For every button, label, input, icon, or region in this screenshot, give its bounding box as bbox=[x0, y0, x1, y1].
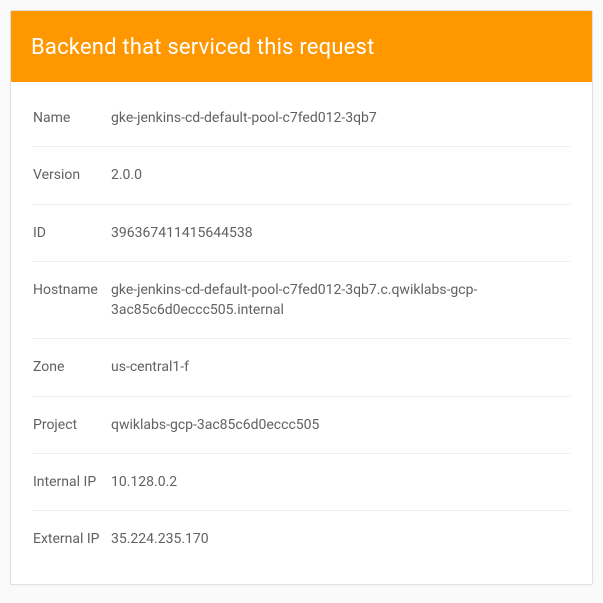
field-value: us-central1-f bbox=[111, 357, 570, 377]
field-value: 10.128.0.2 bbox=[111, 472, 570, 492]
backend-info-card: Backend that serviced this request Name … bbox=[10, 10, 593, 585]
field-value: qwiklabs-gcp-3ac85c6d0eccc505 bbox=[111, 415, 570, 435]
field-row-version: Version 2.0.0 bbox=[33, 147, 570, 204]
field-value: gke-jenkins-cd-default-pool-c7fed012-3qb… bbox=[111, 108, 570, 128]
field-row-name: Name gke-jenkins-cd-default-pool-c7fed01… bbox=[33, 90, 570, 147]
field-label: Hostname bbox=[33, 280, 111, 300]
field-value: 35.224.235.170 bbox=[111, 529, 570, 549]
field-label: Project bbox=[33, 415, 111, 435]
field-row-hostname: Hostname gke-jenkins-cd-default-pool-c7f… bbox=[33, 262, 570, 340]
field-value: 2.0.0 bbox=[111, 165, 570, 185]
field-label: External IP bbox=[33, 529, 111, 549]
field-label: Version bbox=[33, 165, 111, 185]
field-label: Internal IP bbox=[33, 472, 111, 492]
field-label: Zone bbox=[33, 357, 111, 377]
field-value: gke-jenkins-cd-default-pool-c7fed012-3qb… bbox=[111, 280, 570, 321]
field-row-external-ip: External IP 35.224.235.170 bbox=[33, 511, 570, 567]
card-header: Backend that serviced this request bbox=[11, 11, 592, 82]
field-label: Name bbox=[33, 108, 111, 128]
field-row-project: Project qwiklabs-gcp-3ac85c6d0eccc505 bbox=[33, 397, 570, 454]
field-row-zone: Zone us-central1-f bbox=[33, 339, 570, 396]
field-label: ID bbox=[33, 223, 111, 243]
field-value: 396367411415644538 bbox=[111, 223, 570, 243]
card-title: Backend that serviced this request bbox=[31, 35, 375, 60]
card-body: Name gke-jenkins-cd-default-pool-c7fed01… bbox=[11, 82, 592, 584]
field-row-id: ID 396367411415644538 bbox=[33, 205, 570, 262]
field-row-internal-ip: Internal IP 10.128.0.2 bbox=[33, 454, 570, 511]
